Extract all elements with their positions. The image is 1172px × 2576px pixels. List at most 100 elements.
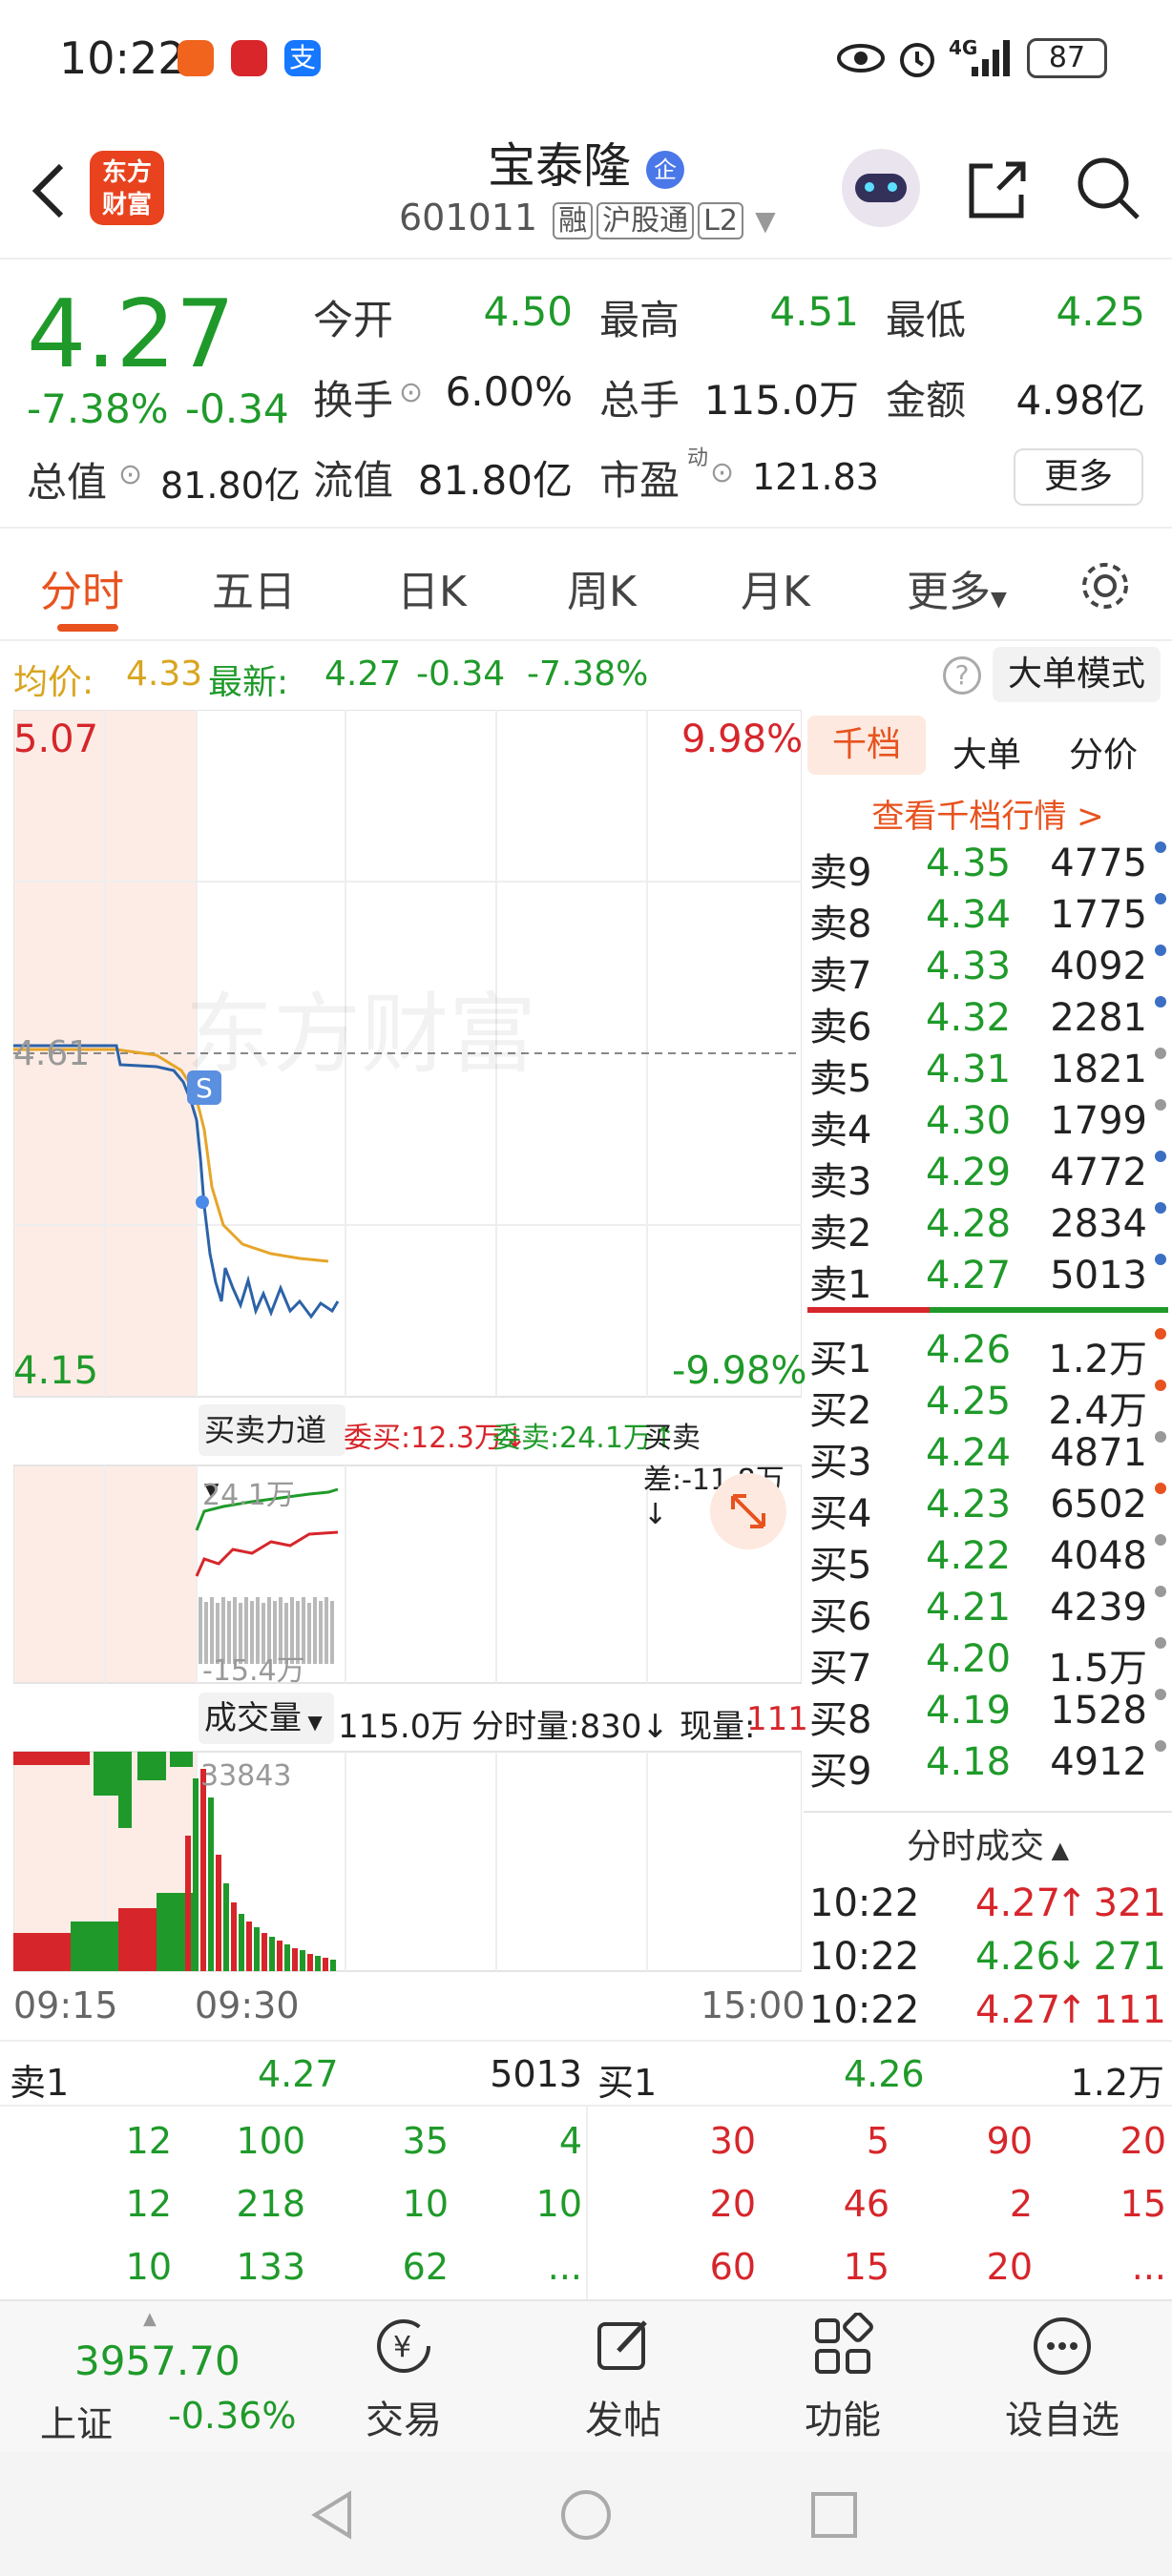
status-time: 10:22 [59, 32, 186, 84]
app-notification-icon [178, 40, 214, 76]
pe-value: 121.83 [752, 456, 879, 498]
tab-daily-k[interactable]: 日K [397, 557, 467, 618]
more-button[interactable]: 更多 [1014, 448, 1143, 506]
current-price: 4.27 [27, 280, 236, 389]
nav-functions[interactable]: 功能 [771, 2312, 914, 2444]
nav-trade[interactable]: ¥ 交易 [332, 2313, 475, 2444]
ask-price: 4.29 [926, 1151, 1012, 1195]
share-icon[interactable] [964, 156, 1031, 223]
bid-row[interactable]: 买6 4.21 4239 [804, 1586, 1172, 1639]
bid-row[interactable]: 买7 4.20 1.5万 [804, 1637, 1172, 1691]
queue-cell: ... [547, 2246, 582, 2288]
queue-cell: 133 [236, 2246, 305, 2288]
queue-buy-label: 买1 [597, 2062, 658, 2104]
bid-row[interactable]: 买1 4.26 1.2万 [804, 1328, 1172, 1381]
view-depth-link[interactable]: 查看千档行情 > [804, 790, 1172, 837]
system-home-icon[interactable] [559, 2488, 613, 2542]
y-bottom-pct-label: -9.98% [672, 1349, 807, 1393]
trade-row[interactable]: 10:22 4.26 ↓ 271 [804, 1935, 1172, 1986]
bid-row[interactable]: 买2 4.25 2.4万 [804, 1380, 1172, 1433]
volume-indicator-select[interactable]: 成交量 ▼ [199, 1693, 334, 1744]
large-order-mode-button[interactable]: 大单模式 [993, 647, 1161, 702]
tab-monthly-k[interactable]: 月K [741, 557, 810, 618]
avg-label: 均价: [13, 663, 94, 702]
force-top-label: 24.1万 [202, 1479, 295, 1512]
ask-row[interactable]: 卖4 4.30 1799 [804, 1099, 1172, 1153]
dropdown-icon: ▼ [991, 588, 1007, 612]
tab-weekly-k[interactable]: 周K [567, 557, 637, 618]
info-icon[interactable]: ⊙ [399, 376, 423, 409]
info-icon[interactable]: ⊙ [710, 456, 734, 489]
ask-row[interactable]: 卖7 4.33 4092 [804, 945, 1172, 998]
bid-price: 4.24 [926, 1431, 1012, 1475]
index-ticker[interactable]: ▲ 3957.70 上证 -0.36% [19, 2309, 296, 2446]
system-nav-bar [0, 2452, 1172, 2576]
bid-row[interactable]: 买8 4.19 1528 [804, 1689, 1172, 1742]
info-icon[interactable]: ⊙ [118, 458, 142, 491]
ask-price: 4.27 [926, 1254, 1012, 1298]
order-flag-dot [1155, 841, 1166, 853]
bid-row[interactable]: 买3 4.24 4871 [804, 1431, 1172, 1485]
bid-qty: 1.2万 [1048, 1338, 1147, 1381]
time-label-open: 09:15 [13, 1984, 118, 2026]
tab-intraday[interactable]: 分时 [40, 557, 124, 618]
open-label: 今开 [313, 297, 394, 343]
order-flag-dot [1155, 1048, 1166, 1059]
bid-row[interactable]: 买5 4.22 4048 [804, 1534, 1172, 1588]
dropdown-icon[interactable]: ▼ [755, 205, 776, 237]
ask-row[interactable]: 卖1 4.27 5013 [804, 1254, 1172, 1307]
price-point-marker [196, 1195, 209, 1209]
avg-value: 4.33 [126, 654, 203, 694]
float-value: 81.80亿 [417, 457, 573, 504]
ask-row[interactable]: 卖2 4.28 2834 [804, 1202, 1172, 1256]
bid-price: 4.26 [926, 1328, 1012, 1372]
tab-depth[interactable]: 千档 [807, 716, 926, 775]
nav-post[interactable]: 发帖 [552, 2313, 695, 2444]
ask-row[interactable]: 卖5 4.31 1821 [804, 1048, 1172, 1101]
bid-price: 4.25 [926, 1380, 1012, 1423]
nav-add-watchlist[interactable]: 设自选 [991, 2313, 1134, 2444]
assistant-avatar[interactable] [842, 149, 920, 227]
force-indicator-select[interactable]: 买卖力道 ▼ [199, 1404, 345, 1501]
ask-row[interactable]: 卖6 4.32 2281 [804, 996, 1172, 1049]
volume-value: 115.0万 [703, 377, 859, 424]
ask-row[interactable]: 卖9 4.35 4775 [804, 841, 1172, 895]
help-icon[interactable]: ? [943, 656, 981, 695]
trade-row[interactable]: 10:22 4.27 ↑ 111 [804, 1988, 1172, 2040]
ask-level-label: 卖2 [809, 1212, 872, 1256]
ask-row[interactable]: 卖3 4.29 4772 [804, 1151, 1172, 1204]
bid-level-label: 买9 [809, 1750, 872, 1794]
expand-chart-button[interactable] [710, 1473, 786, 1549]
ask-level-label: 卖3 [809, 1160, 872, 1204]
bid-row[interactable]: 买9 4.18 4912 [804, 1740, 1172, 1794]
order-flag-dot [1155, 1586, 1166, 1597]
level2-queue: 卖1 4.27 5013 买1 4.26 1.2万 12 100 35 4 12 218 1… [0, 2040, 1172, 2299]
system-recents-icon[interactable] [809, 2490, 859, 2540]
quote-panel: 4.27 -7.38% -0.34 总值 ⊙ 81.80亿 今开 4.50 最高… [0, 260, 1172, 529]
settings-gear-icon[interactable] [1077, 557, 1134, 614]
bid-row[interactable]: 买4 4.23 6502 [804, 1483, 1172, 1536]
stock-header: 东方财富 宝泰隆 企 601011 融沪股通 L2 ▼ [0, 116, 1172, 260]
ask-row[interactable]: 卖8 4.34 1775 [804, 893, 1172, 946]
search-icon[interactable] [1075, 155, 1143, 223]
volume-total: 115.0万 [338, 1708, 464, 1746]
alarm-icon [900, 43, 934, 77]
order-flag-dot [1155, 1151, 1166, 1162]
volume-now-value: 111 [746, 1700, 808, 1738]
bid-level-label: 买2 [809, 1389, 872, 1433]
ask-qty: 2834 [1050, 1202, 1147, 1246]
ask-price: 4.32 [926, 996, 1012, 1040]
tab-more[interactable]: 更多▼ [907, 557, 1007, 618]
trade-row[interactable]: 10:22 4.27 ↑ 321 [804, 1881, 1172, 1933]
caret-up-icon: ▲ [143, 2309, 157, 2329]
chart-tabs: 分时 五日 日K 周K 月K 更多▼ [0, 529, 1172, 641]
ask-qty: 4775 [1050, 841, 1147, 885]
trades-title[interactable]: 分时成交 ▲ [804, 1818, 1172, 1868]
tab-large-orders[interactable]: 大单 [952, 727, 1021, 777]
tab-price-dist[interactable]: 分价 [1069, 727, 1138, 777]
intraday-chart[interactable]: 东方财富 S 5.07 9.98% 4.61 4.15 -9.98% 买卖力道 … [13, 710, 808, 2040]
tab-five-day[interactable]: 五日 [212, 557, 296, 618]
queue-cell: 46 [843, 2183, 889, 2225]
order-flag-dot [1155, 1637, 1166, 1649]
system-back-icon[interactable] [305, 2488, 359, 2542]
